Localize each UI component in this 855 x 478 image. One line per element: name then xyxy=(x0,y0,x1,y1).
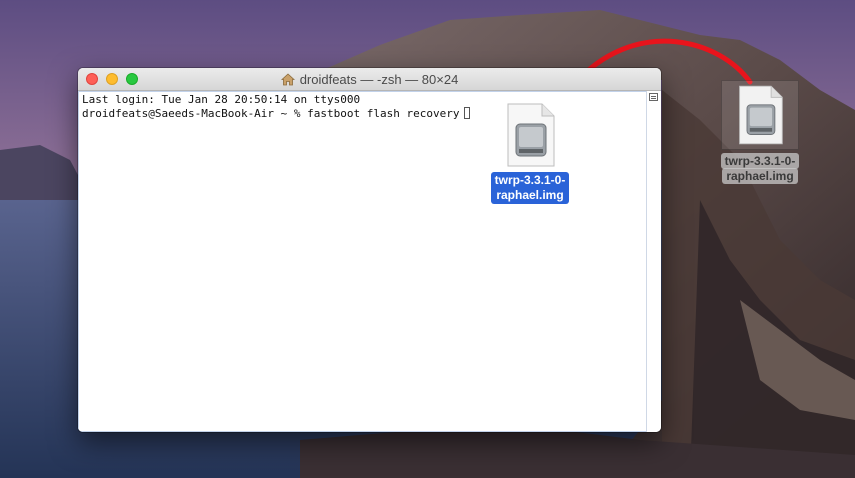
window-title-area: droidfeats — -zsh — 80×24 xyxy=(78,68,661,90)
prompt-command: droidfeats@Saeeds-MacBook-Air ~ % fastbo… xyxy=(82,107,460,120)
window-titlebar[interactable]: droidfeats — -zsh — 80×24 xyxy=(78,68,661,91)
dragged-file-label-line1: twrp-3.3.1-0- xyxy=(494,173,566,187)
window-title: droidfeats — -zsh — 80×24 xyxy=(299,71,459,87)
dragged-file[interactable]: twrp-3.3.1-0- raphael.img xyxy=(485,102,575,204)
desktop-file[interactable] xyxy=(714,80,806,150)
dragged-file-label-line2: raphael.img xyxy=(496,188,564,202)
text-cursor xyxy=(463,107,470,119)
disk-image-file-icon xyxy=(507,103,555,167)
desktop-file-label: twrp-3.3.1-0- raphael.img xyxy=(714,153,806,184)
desktop-file-label-line2: raphael.img xyxy=(722,168,798,184)
scroll-gutter[interactable] xyxy=(646,91,661,432)
desktop-file-label-line1: twrp-3.3.1-0- xyxy=(720,153,800,169)
split-pane-icon[interactable] xyxy=(649,93,658,101)
home-folder-icon xyxy=(280,72,295,85)
desktop-file-icon-frame xyxy=(721,80,799,150)
dragged-file-label: twrp-3.3.1-0- raphael.img xyxy=(490,172,570,204)
disk-image-file-icon xyxy=(739,85,783,145)
